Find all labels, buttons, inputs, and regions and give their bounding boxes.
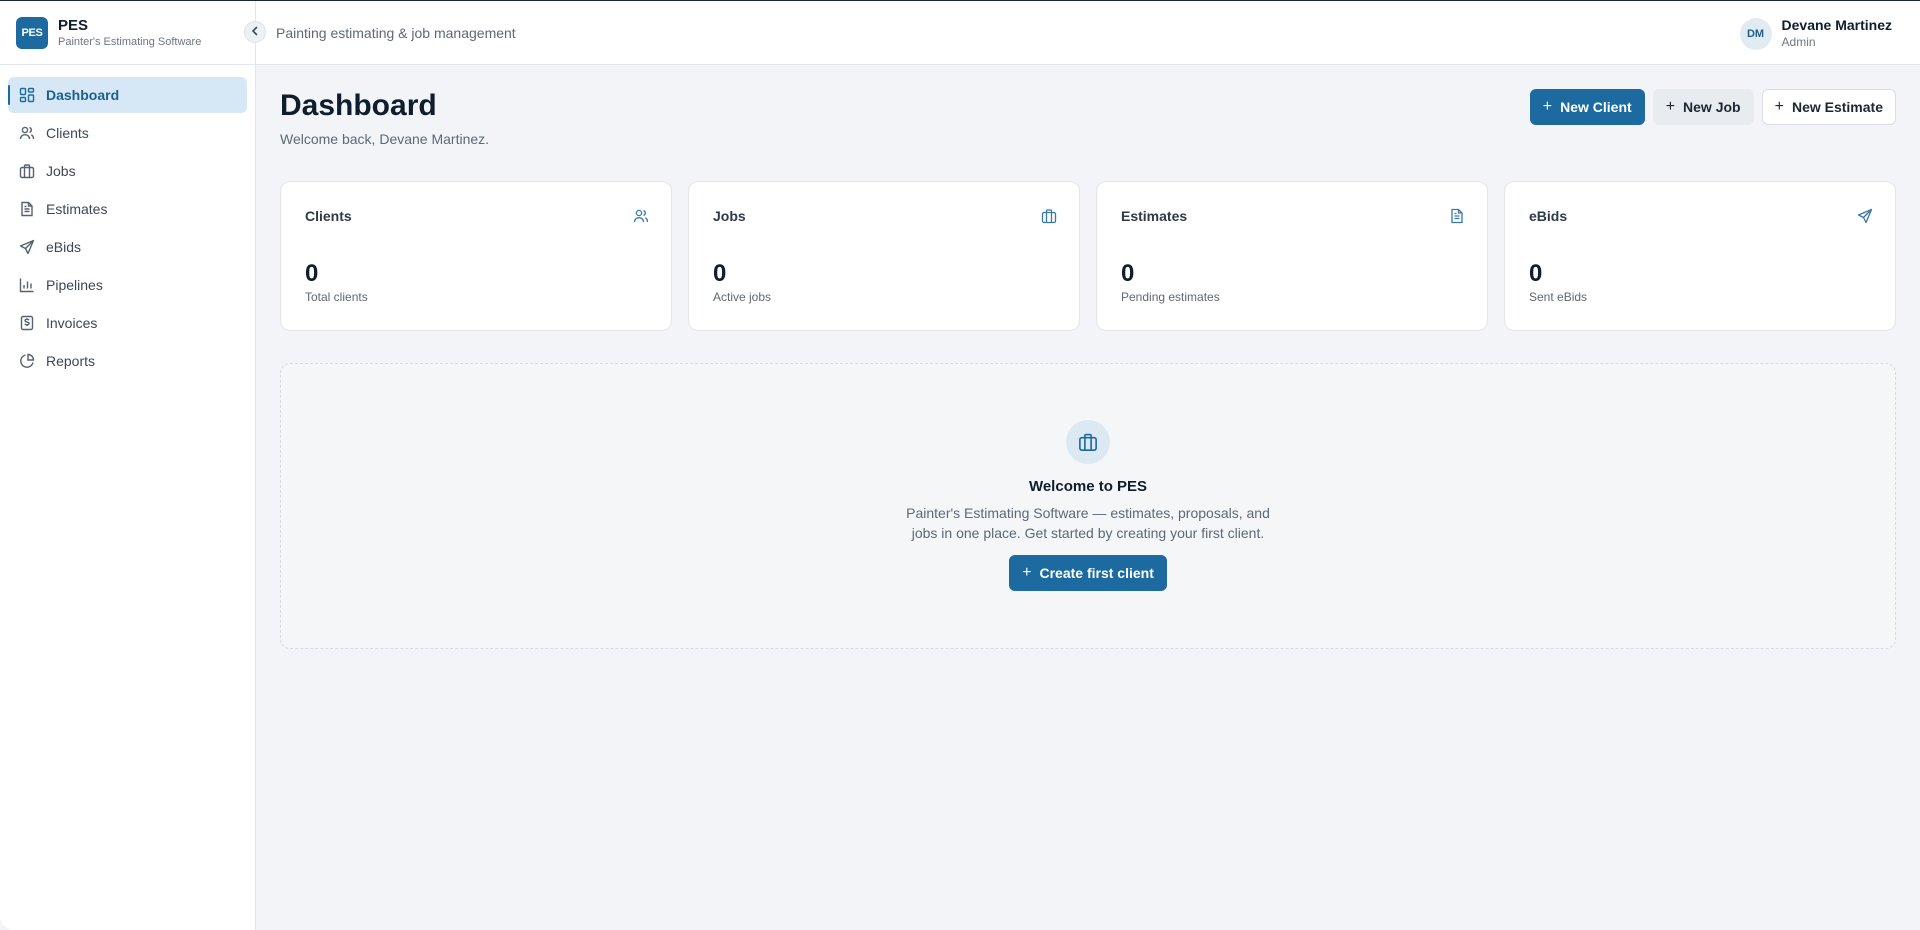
card-title: Clients xyxy=(305,208,352,224)
document-icon xyxy=(1449,208,1465,229)
create-first-client-button[interactable]: + Create first client xyxy=(1009,555,1167,591)
sidebar-item-label: Estimates xyxy=(46,201,108,217)
bar-chart-icon xyxy=(18,276,36,294)
page-subtitle: Welcome back, Devane Martinez. xyxy=(280,131,490,147)
new-client-button[interactable]: + New Client xyxy=(1529,89,1645,125)
sidebar-item-reports[interactable]: Reports xyxy=(8,343,247,379)
app-tagline: Painting estimating & job management xyxy=(276,24,516,41)
briefcase-icon xyxy=(1066,420,1110,464)
user-name: Devane Martinez xyxy=(1781,17,1892,33)
plus-icon: + xyxy=(1022,564,1032,581)
sidebar: PES PES Painter's Estimating Software Da… xyxy=(0,1,256,930)
send-icon xyxy=(1857,208,1873,229)
card-value: 0 xyxy=(1121,260,1135,287)
stats-cards: Clients 0 Total clients Jobs 0 Active jo… xyxy=(280,181,1896,331)
card-value: 0 xyxy=(713,260,727,287)
welcome-title: Welcome to PES xyxy=(1028,478,1148,495)
brand[interactable]: PES PES Painter's Estimating Software xyxy=(0,1,255,65)
chevron-left-icon xyxy=(250,23,260,41)
brand-name: PES xyxy=(58,16,89,34)
button-label: Create first client xyxy=(1039,565,1154,581)
page-actions: + New Client + New Job + New Estimate xyxy=(1529,89,1896,125)
app-window: PES PES Painter's Estimating Software Da… xyxy=(0,0,1920,930)
card-value: 0 xyxy=(305,260,319,287)
card-note: Total clients xyxy=(305,290,368,304)
avatar: DM xyxy=(1739,17,1772,50)
pie-chart-icon xyxy=(18,352,36,370)
send-icon xyxy=(18,238,36,256)
new-job-button[interactable]: + New Job xyxy=(1652,89,1754,125)
topbar: Painting estimating & job management DM … xyxy=(256,1,1920,65)
sidebar-item-label: eBids xyxy=(46,239,82,255)
button-label: New Job xyxy=(1683,99,1741,115)
dollar-receipt-icon xyxy=(18,314,36,332)
briefcase-icon xyxy=(1041,208,1057,229)
users-icon xyxy=(633,208,649,229)
sidebar-item-label: Jobs xyxy=(46,163,76,179)
button-label: New Client xyxy=(1560,99,1632,115)
briefcase-icon xyxy=(18,162,36,180)
stat-card-jobs[interactable]: Jobs 0 Active jobs xyxy=(688,181,1080,331)
stat-card-ebids[interactable]: eBids 0 Sent eBids xyxy=(1504,181,1896,331)
card-title: eBids xyxy=(1529,208,1568,224)
sidebar-item-jobs[interactable]: Jobs xyxy=(8,153,247,189)
sidebar-item-label: Reports xyxy=(46,353,96,369)
button-label: New Estimate xyxy=(1791,99,1883,115)
document-icon xyxy=(18,200,36,218)
collapse-sidebar-button[interactable] xyxy=(244,21,266,43)
sidebar-item-dashboard[interactable]: Dashboard xyxy=(8,77,247,113)
card-value: 0 xyxy=(1529,260,1543,287)
page-title: Dashboard xyxy=(280,89,437,122)
sidebar-item-invoices[interactable]: Invoices xyxy=(8,305,247,341)
new-estimate-button[interactable]: + New Estimate xyxy=(1761,89,1896,125)
plus-icon: + xyxy=(1774,98,1784,115)
sidebar-item-clients[interactable]: Clients xyxy=(8,115,247,151)
sidebar-item-label: Dashboard xyxy=(46,87,120,103)
sidebar-item-estimates[interactable]: Estimates xyxy=(8,191,247,227)
users-icon xyxy=(18,124,36,142)
sidebar-item-label: Pipelines xyxy=(46,277,103,293)
card-note: Pending estimates xyxy=(1121,290,1220,304)
sidebar-nav: Dashboard Clients Jobs Estimates eBids P… xyxy=(0,65,255,393)
sidebar-item-label: Clients xyxy=(46,125,89,141)
sidebar-item-label: Invoices xyxy=(46,315,98,331)
card-note: Active jobs xyxy=(713,290,772,304)
user-role: Admin xyxy=(1781,35,1816,49)
plus-icon: + xyxy=(1665,98,1676,115)
brand-subtitle: Painter's Estimating Software xyxy=(58,35,202,48)
card-title: Estimates xyxy=(1121,208,1188,224)
card-note: Sent eBids xyxy=(1529,290,1588,304)
pes-logo: PES xyxy=(16,16,48,49)
plus-icon: + xyxy=(1542,98,1553,115)
stat-card-clients[interactable]: Clients 0 Total clients xyxy=(280,181,672,331)
user-menu[interactable]: DM Devane Martinez Admin xyxy=(1739,17,1892,50)
sidebar-item-pipelines[interactable]: Pipelines xyxy=(8,267,247,303)
welcome-empty-state: Welcome to PES Painter's Estimating Soft… xyxy=(280,363,1896,649)
card-title: Jobs xyxy=(713,208,746,224)
stat-card-estimates[interactable]: Estimates 0 Pending estimates xyxy=(1096,181,1488,331)
sidebar-item-ebids[interactable]: eBids xyxy=(8,229,247,265)
welcome-text: Painter's Estimating Software — estimate… xyxy=(906,505,1270,541)
dashboard-icon xyxy=(18,86,36,104)
